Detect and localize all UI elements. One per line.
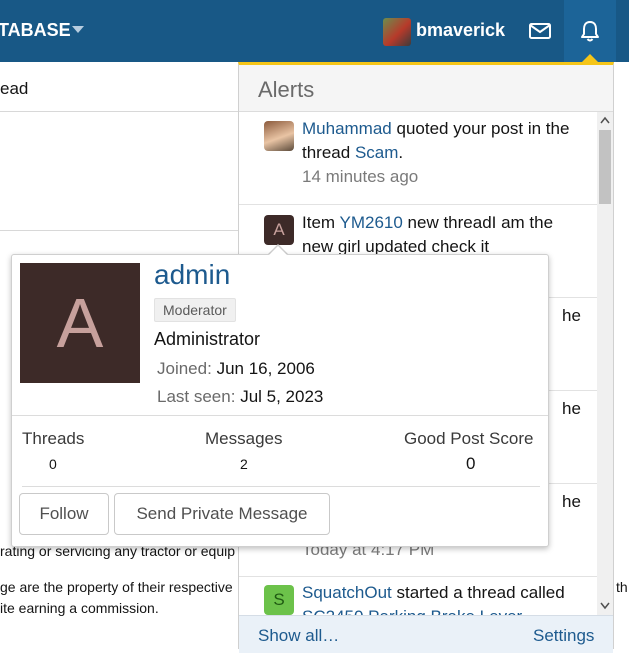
active-pointer <box>582 54 598 62</box>
show-all-link[interactable]: Show all… <box>258 626 339 646</box>
envelope-icon <box>529 23 551 39</box>
alert-text-tail: he <box>562 399 581 418</box>
scroll-up-icon <box>600 116 610 124</box>
alert-actor-link[interactable]: Muhammad <box>302 119 392 138</box>
stat-label-good-post-score: Good Post Score <box>404 429 534 448</box>
member-badge: Moderator <box>154 298 236 322</box>
joined-label: Joined: <box>157 359 212 378</box>
divider <box>22 486 540 487</box>
alert-item[interactable]: S SquatchOut started a thread called SC2… <box>239 577 597 615</box>
alert-text: SquatchOut started a thread called SC245… <box>302 581 582 615</box>
avatar[interactable]: S <box>264 585 294 615</box>
send-private-message-button[interactable]: Send Private Message <box>114 493 330 535</box>
thread-link[interactable]: Scam <box>355 143 398 162</box>
member-name-link[interactable]: admin <box>154 259 230 291</box>
alerts-title: Alerts <box>258 77 315 102</box>
member-avatar[interactable]: A <box>20 263 140 383</box>
inbox-button[interactable] <box>523 14 557 48</box>
stat-label-messages: Messages <box>205 429 283 448</box>
divider <box>0 111 238 112</box>
avatar[interactable]: A <box>264 215 294 245</box>
follow-button[interactable]: Follow <box>19 493 109 535</box>
alert-message: started a thread called <box>391 583 565 602</box>
top-navbar: TABASE bmaverick <box>0 0 629 62</box>
member-tooltip-card: A admin Moderator Administrator Joined: … <box>11 254 549 547</box>
alerts-footer: Show all… Settings <box>239 615 613 653</box>
divider <box>12 415 548 416</box>
stat-value-messages[interactable]: 2 <box>240 456 248 472</box>
footer-legal-text-right: th <box>616 579 628 595</box>
alerts-header: Alerts <box>239 65 613 112</box>
site-brand[interactable]: TABASE <box>0 20 71 41</box>
footer-legal-text: ge are the property of their respective <box>0 579 233 595</box>
username-link[interactable]: bmaverick <box>416 20 505 41</box>
alerts-bell[interactable] <box>573 14 607 48</box>
footer-commission-text: ite earning a commission. <box>0 600 159 616</box>
alert-settings-link[interactable]: Settings <box>533 626 594 646</box>
alert-prefix: Item <box>302 213 340 232</box>
chevron-down-icon[interactable] <box>72 26 84 33</box>
alert-text-tail: he <box>562 306 581 325</box>
alert-time: 14 minutes ago <box>302 167 419 186</box>
stat-value-threads[interactable]: 0 <box>49 456 57 472</box>
last-seen-label: Last seen: <box>157 387 236 406</box>
member-title: Administrator <box>154 329 261 349</box>
alert-item[interactable]: Muhammad quoted your post in the thread … <box>239 111 597 205</box>
stat-label-threads: Threads <box>22 429 85 448</box>
thread-breadcrumb-fragment: ead <box>0 79 29 98</box>
card-notch-inner <box>268 246 288 256</box>
scrollbar[interactable] <box>597 112 613 615</box>
last-seen-value: Jul 5, 2023 <box>240 387 324 406</box>
divider <box>0 230 238 231</box>
alert-text: Item YM2610 new threadI am the new girl … <box>302 211 582 259</box>
user-avatar[interactable] <box>383 18 411 46</box>
alert-text: Muhammad quoted your post in the thread … <box>302 117 582 189</box>
last-seen-row: Last seen: Jul 5, 2023 <box>157 387 323 407</box>
thread-link[interactable]: SC2450 Parking Brake Lever <box>302 607 522 615</box>
scroll-down-icon <box>600 602 610 610</box>
alert-actor-link[interactable]: YM2610 <box>339 213 402 232</box>
joined-row: Joined: Jun 16, 2006 <box>157 359 315 379</box>
alert-message-end: . <box>398 143 404 162</box>
avatar[interactable] <box>264 121 294 151</box>
alert-text-tail: he <box>562 492 581 511</box>
bell-icon <box>581 21 599 42</box>
joined-value: Jun 16, 2006 <box>216 359 315 378</box>
stat-value-good-post-score: 0 <box>466 454 476 473</box>
alert-actor-link[interactable]: SquatchOut <box>302 583 392 602</box>
scrollbar-thumb[interactable] <box>599 130 611 204</box>
